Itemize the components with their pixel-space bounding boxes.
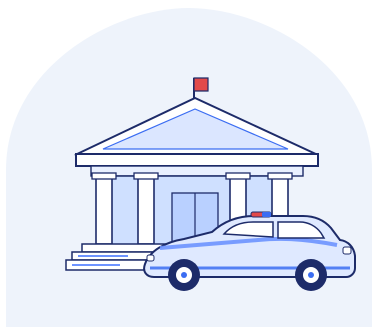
illustration-card [0, 0, 378, 327]
civic-illustration [6, 8, 372, 327]
